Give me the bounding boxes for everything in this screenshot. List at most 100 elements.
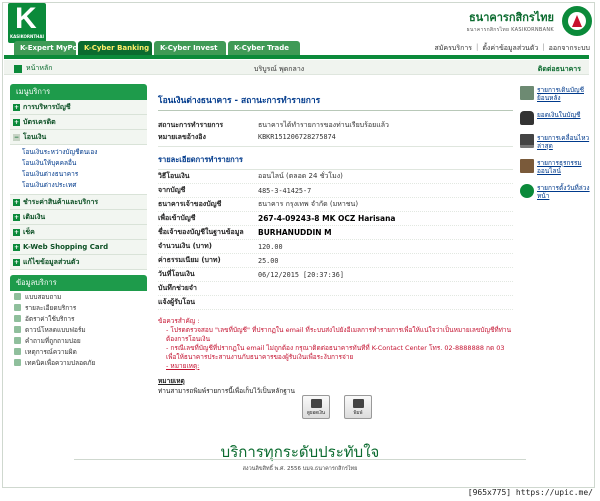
sidebar-item-topup[interactable]: + เติมเงิน (10, 210, 147, 225)
home-label: หน้าหลัก (26, 64, 53, 72)
menu-title: เมนูบริการ (10, 84, 147, 100)
service-info-title: ข้อมูลบริการ (10, 275, 147, 291)
tab-k-cyber-invest[interactable]: K-Cyber Invest (154, 41, 226, 55)
quick-link-online[interactable]: รายการธุรกรรมออนไลน์ (520, 159, 592, 175)
view-balance-label: ดูยอดเงิน (307, 410, 325, 416)
detail-label: ธนาคารเจ้าของบัญชี (158, 200, 222, 208)
quick-link-label: รายการตั้งวันที่ล่วงหน้า (537, 184, 590, 200)
detail-value: ธนาคาร กรุงเทพ จำกัด (มหาชน) (258, 200, 359, 208)
bank-seal-icon (562, 6, 592, 36)
bank-name-thai: ธนาคารกสิกรไทย (468, 11, 554, 24)
expand-icon: + (13, 198, 20, 206)
svc-details[interactable]: รายละเอียดบริการ (10, 302, 147, 313)
collapse-icon: − (13, 133, 20, 141)
user-name: บริบูรณ์ พุดกลาง (254, 65, 305, 73)
quick-link-balance[interactable]: ยอดเงินในบัญชี (520, 111, 592, 125)
tab-k-expert-myport[interactable]: K-Expert MyPort (14, 41, 84, 55)
sidebar-item-label: เติมเงิน (23, 212, 46, 221)
detail-row-from-account: จากบัญชี 485-3-41425-7 (158, 184, 513, 198)
note-heading: ข้อควรสำคัญ : (158, 317, 200, 325)
status-row: สถานะการทำรายการ ธนาคารได้ทำรายการของท่า… (158, 119, 513, 131)
view-balance-button[interactable]: ดูยอดเงิน (302, 395, 330, 419)
book-icon (520, 159, 534, 173)
svc-faq[interactable]: คำถามที่ถูกถามบ่อย (10, 335, 147, 346)
sidebar-item-account[interactable]: + การบริหารบัญชี (10, 100, 147, 115)
sidebar-item-profile[interactable]: + แก้ไขข้อมูลส่วนตัว (10, 255, 147, 270)
home-icon (14, 64, 22, 73)
sidebar-item-label: โอนเงิน (23, 132, 47, 141)
sidebar-item-cheque[interactable]: + เช็ค (10, 225, 147, 240)
detail-label: แจ้งผู้รับโอน (158, 298, 196, 306)
print-label: พิมพ์ (353, 410, 363, 416)
detail-value: BURHANUDDIN M (258, 228, 332, 237)
reference-row: หมายเลขอ้างอิง KBKR151206728275874 (158, 131, 513, 143)
note-line-1: - โปรดตรวจสอบ "เลขที่บัญชี" ที่ปรากฏใน e… (166, 326, 512, 343)
reference-label: หมายเลขอ้างอิง (158, 132, 206, 141)
sidebar-item-label: K-Web Shopping Card (23, 243, 109, 251)
detail-row-fee: ค่าธรรมเนียม (บาท) 25.00 (158, 254, 513, 268)
quick-link-statement[interactable]: รายการเดินบัญชีย้อนหลัง (520, 86, 592, 102)
document-icon (520, 86, 534, 100)
profile-settings-link[interactable]: ตั้งค่าข้อมูลส่วนตัว (482, 43, 538, 54)
detail-row-notify: แจ้งผู้รับโอน (158, 296, 513, 310)
kasikorn-logo[interactable]: K KASIKORNTHAI (8, 3, 46, 43)
details-title: รายละเอียดการทำรายการ (158, 154, 513, 170)
action-buttons: ดูยอดเงิน พิมพ์ (302, 395, 372, 419)
submenu-other-person[interactable]: โอนเงินให้บุคคลอื่น (22, 158, 147, 169)
main-content: โอนเงินต่างธนาคาร - สถานะการทำรายการ สถา… (158, 93, 513, 419)
tab-k-cyber-trade[interactable]: K-Cyber Trade (228, 41, 300, 55)
product-tabs: K-Expert MyPort K-Cyber Banking K-Cyber … (14, 41, 300, 55)
detail-label: เพื่อเข้าบัญชี (158, 214, 196, 222)
status-label: สถานะการทำรายการ (158, 120, 224, 129)
top-links: สมัครบริการ | ตั้งค่าข้อมูลส่วนตัว | ออก… (435, 43, 590, 54)
quick-link-label: ยอดเงินในบัญชี (537, 111, 581, 119)
sidebar-item-label: ชำระค่าสินค้าและบริการ (23, 197, 99, 206)
submenu-international[interactable]: โอนเงินต่างประเทศ (22, 180, 147, 191)
copyright: สงวนลิขสิทธิ์ พ.ศ. 2556 บมจ.ธนาคารกสิกรไ… (242, 466, 358, 472)
warning-icon (14, 348, 21, 355)
svc-fees[interactable]: อัตราค่าใช้บริการ (10, 313, 147, 324)
sidebar-item-credit-card[interactable]: + บัตรเครดิต (10, 115, 147, 130)
submenu-own-account[interactable]: โอนเงินระหว่างบัญชีตนเอง (22, 147, 147, 158)
svc-label: อัตราค่าใช้บริการ (25, 314, 75, 323)
tab-k-cyber-banking[interactable]: K-Cyber Banking (78, 41, 152, 55)
transfer-submenu: โอนเงินระหว่างบัญชีตนเอง โอนเงินให้บุคคล… (10, 145, 147, 195)
sidebar-item-transfer[interactable]: − โอนเงิน (10, 130, 147, 145)
lock-icon (14, 359, 21, 366)
detail-row-to-account: เพื่อเข้าบัญชี 267-4-09243-8 MK OCZ Haris… (158, 212, 513, 226)
remark: หมายเหตุ ท่านสามารถพิมพ์รายการนี้เพื่อเก… (158, 376, 513, 396)
bank-name-english: ธนาคารกสิกรไทย KASIKORNBANK (466, 27, 554, 33)
star-icon (14, 304, 21, 311)
register-link[interactable]: สมัครบริการ (435, 43, 472, 54)
detail-row-bank: ธนาคารเจ้าของบัญชี ธนาคาร กรุงเทพ จำกัด (… (158, 198, 513, 212)
svc-download[interactable]: ดาวน์โหลดแบบฟอร์ม (10, 324, 147, 335)
quick-link-recent[interactable]: รายการเคลื่อนไหวล่าสุด (520, 134, 592, 150)
sidebar-item-shopping-card[interactable]: + K-Web Shopping Card (10, 240, 147, 255)
sidebar-item-payment[interactable]: + ชำระค่าสินค้าและบริการ (10, 195, 147, 210)
detail-label: ชื่อเจ้าของบัญชีในฐานข้อมูล (158, 228, 244, 236)
expand-icon: + (13, 213, 20, 221)
page-title: โอนเงินต่างธนาคาร - สถานะการทำรายการ (158, 93, 513, 111)
print-button[interactable]: พิมพ์ (344, 395, 372, 419)
monitor-icon (520, 134, 534, 148)
sidebar-item-label: แก้ไขข้อมูลส่วนตัว (23, 257, 80, 266)
quick-link-scheduled[interactable]: รายการตั้งวันที่ล่วงหน้า (520, 184, 592, 200)
sidebar-item-label: เช็ค (23, 227, 35, 236)
status-section: สถานะการทำรายการ ธนาคารได้ทำรายการของท่า… (158, 119, 513, 147)
svc-label: เหตุการณ์ความผิด (25, 347, 77, 356)
svc-questionnaire[interactable]: แบบสอบถาม (10, 291, 147, 302)
expand-icon: + (13, 118, 20, 126)
svc-label: ดาวน์โหลดแบบฟอร์ม (25, 325, 86, 334)
header-bar (4, 55, 589, 59)
submenu-other-bank[interactable]: โอนเงินต่างธนาคาร (22, 169, 147, 180)
expand-icon: + (13, 243, 20, 251)
detail-value: ออนไลน์ (ตลอด 24 ชั่วโมง) (258, 172, 343, 180)
svc-label: แบบสอบถาม (25, 292, 62, 301)
divider: | (542, 43, 545, 51)
detail-value: 06/12/2015 [20:37:36] (258, 270, 344, 279)
svc-security[interactable]: เทคนิคเพื่อความปลอดภัย (10, 357, 147, 368)
contact-bank-link[interactable]: ติดต่อธนาคาร (538, 64, 581, 75)
logout-link[interactable]: ออกจากระบบ (549, 43, 590, 54)
svc-incidents[interactable]: เหตุการณ์ความผิด (10, 346, 147, 357)
home-link[interactable]: หน้าหลัก (14, 63, 52, 74)
